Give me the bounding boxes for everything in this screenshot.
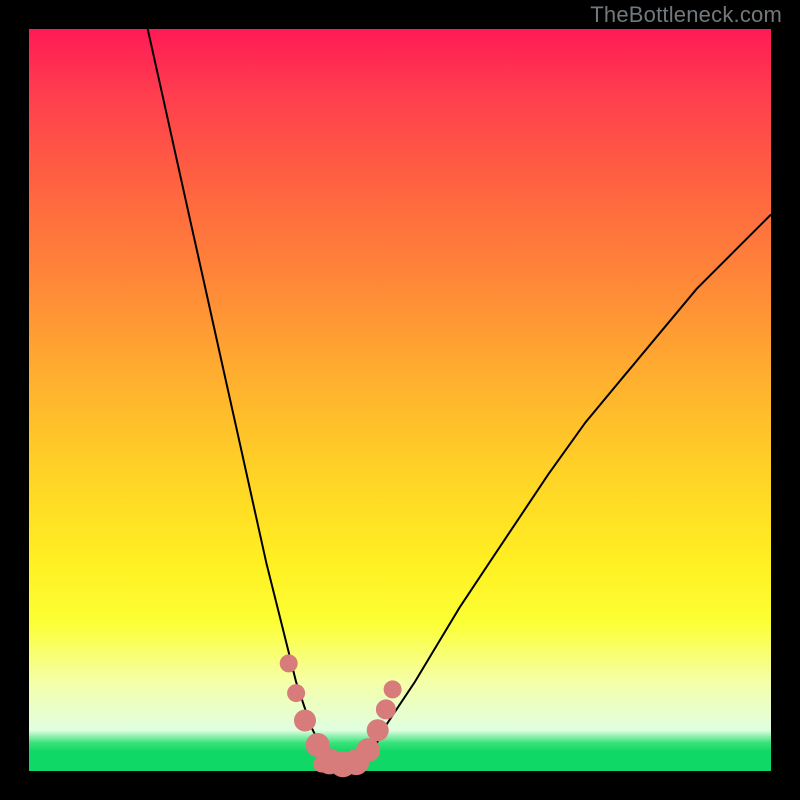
marker-dot [287,684,305,702]
chart-frame: TheBottleneck.com [0,0,800,800]
marker-dot [294,710,316,732]
marker-dot [356,738,380,762]
marker-dot [384,680,402,698]
marker-group [280,654,402,777]
plot-area [29,29,771,771]
marker-dot [367,719,389,741]
marker-dot [376,699,396,719]
curve-svg [29,29,771,771]
bottleneck-curve [148,29,771,764]
watermark-text: TheBottleneck.com [590,2,782,28]
marker-dot [280,654,298,672]
